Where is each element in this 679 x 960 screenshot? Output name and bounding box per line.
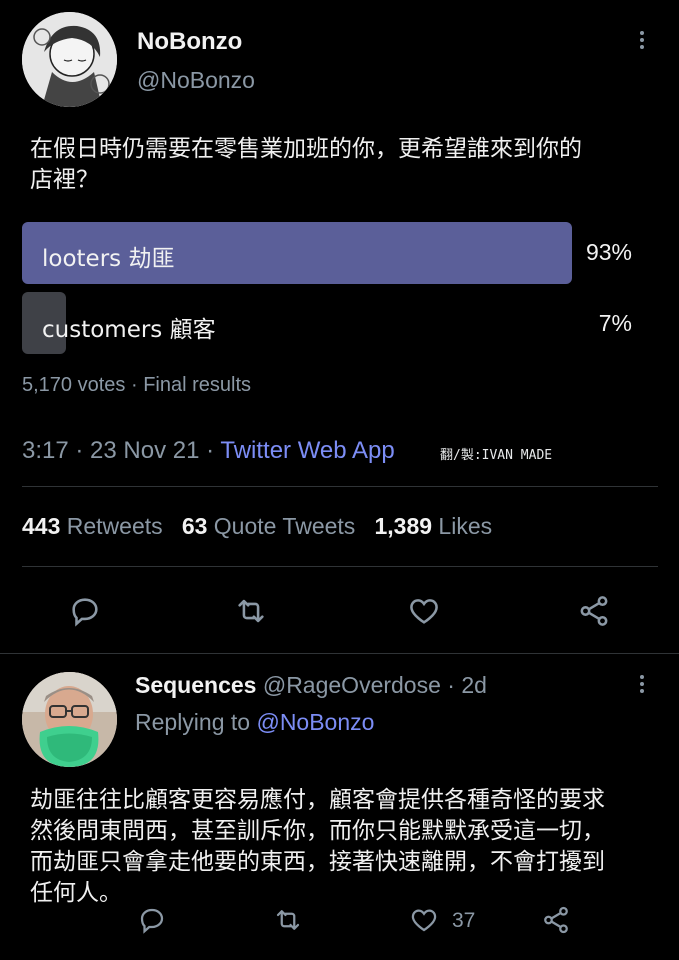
replying-to-line: Replying to @NoBonzo	[135, 709, 374, 736]
timestamp-line: 3:17 · 23 Nov 21 · Twitter Web App	[22, 437, 395, 465]
reply-header: Sequences @RageOverdose · 2d	[135, 672, 487, 699]
reply-text: 劫匪往往比顧客更容易應付，顧客會提供各種奇怪的要求 然後問東問西，甚至訓斥你，而…	[30, 787, 605, 906]
retweets-count[interactable]: 443	[22, 513, 60, 539]
share-icon[interactable]	[577, 594, 611, 628]
heart-icon[interactable]	[408, 905, 440, 935]
poll-summary: 5,170 votes · Final results	[22, 374, 251, 397]
likes-label[interactable]: Likes	[438, 513, 492, 539]
poll-option-looters: looters 劫匪	[42, 246, 175, 272]
reply-avatar[interactable]	[22, 672, 117, 767]
engagement-stats: 443 Retweets 63 Quote Tweets 1,389 Likes	[22, 513, 492, 540]
more-icon[interactable]	[640, 672, 644, 696]
author-name[interactable]: NoBonzo	[137, 28, 242, 56]
retweets-label[interactable]: Retweets	[67, 513, 163, 539]
replying-to-handle[interactable]: @NoBonzo	[256, 709, 374, 735]
tweet-text: 在假日時仍需要在零售業加班的你，更希望誰來到你的 店裡？	[30, 136, 582, 193]
retweet-icon[interactable]	[272, 905, 304, 935]
reply-icon[interactable]	[137, 905, 167, 935]
divider	[22, 566, 658, 567]
tweet-source[interactable]: Twitter Web App	[220, 437, 394, 464]
poll-votes: 5,170 votes	[22, 374, 126, 396]
reply-author-name[interactable]: Sequences	[135, 672, 256, 698]
reply-like-count[interactable]: 37	[452, 909, 475, 933]
author-handle[interactable]: @NoBonzo	[137, 67, 255, 94]
more-icon[interactable]	[640, 28, 644, 52]
poll-percent-customers: 7%	[598, 310, 632, 336]
tweet-date[interactable]: · 23 Nov 21 ·	[75, 437, 214, 464]
translation-credit: 翻/製:IVAN MADE	[440, 448, 553, 463]
author-avatar[interactable]	[22, 12, 117, 107]
reply-handle-time[interactable]: @RageOverdose · 2d	[263, 672, 487, 698]
illustrated-portrait	[22, 12, 117, 107]
quotes-count[interactable]: 63	[182, 513, 208, 539]
section-divider	[0, 653, 679, 654]
tweet-time[interactable]: 3:17	[22, 437, 69, 464]
reply-icon[interactable]	[68, 594, 102, 628]
quotes-label[interactable]: Quote Tweets	[214, 513, 356, 539]
separator: ·	[130, 374, 138, 396]
replying-prefix: Replying to	[135, 709, 251, 735]
poll-option-customers: customers 顧客	[42, 317, 216, 343]
poll-status: Final results	[143, 374, 252, 396]
heart-icon[interactable]	[406, 594, 442, 628]
poll-percent-looters: 93%	[585, 239, 632, 265]
retweet-icon[interactable]	[233, 594, 269, 628]
share-icon[interactable]	[541, 905, 571, 935]
divider	[22, 486, 658, 487]
likes-count[interactable]: 1,389	[374, 513, 432, 539]
photo-portrait	[22, 672, 117, 767]
